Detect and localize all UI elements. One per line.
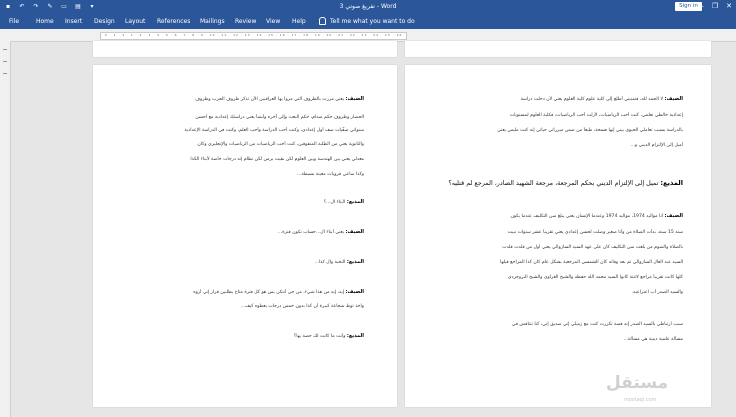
ruler-mark [3, 49, 7, 50]
document-page-left[interactable]: الضيف: يعني مررت بالظروف التي مروا بها ا… [93, 65, 397, 407]
tab-insert[interactable]: Insert [65, 18, 82, 25]
line-text: بالدراسة بسبب تعاملي الحيوي بيني إنها فس… [497, 128, 683, 133]
text-line: سنه 15 سنة، بدأت الصلاة من وأنا صغير وصل… [421, 229, 683, 235]
minimize-button[interactable]: — [697, 2, 704, 10]
line-text: بالصلاة والصوم من بلغت سن التكليف كان عل… [502, 245, 683, 250]
line-text: يعني أبناء ال...حساب تكون فترة... [277, 230, 346, 235]
lightbulb-icon [319, 17, 326, 25]
tab-home[interactable]: Home [36, 18, 54, 25]
text-line: سنواتي صفّيات صف أول إعدادي، وكنت أحب ال… [109, 127, 364, 133]
line-text: سبب ارتباطي بالسيد الصدر إنه قصة تكررت ك… [511, 322, 683, 327]
speaker-label: المذيع: [346, 199, 364, 205]
line-text: أميل إلى الإلتزام الديني و... [630, 143, 683, 148]
speaker-label: الضيف: [664, 213, 683, 219]
text-line: المذيع: تميل إلى الإلتزام الديني بحكم ال… [421, 179, 683, 187]
text-line: والثانوية يعني من الطلبة المتفوقين، كنت … [109, 141, 364, 147]
window-title: تفريغ صوتي 3 - Word [339, 3, 397, 10]
tell-me-label: Tell me what you want to do [330, 17, 415, 25]
line-text: لا الحمد لله، فتمنيتي أطلع إلى كلية علوم… [520, 97, 665, 102]
text-line: الحصار وظروف حكم صدام، حكم البعث وإلى آخ… [109, 114, 364, 120]
text-line: كلها كانت تقريباً مراجع لاثنتة كانوا الس… [421, 274, 683, 280]
text-line: الضيف: إيه، إيه من هذا شيء، من جي أنتكن … [109, 289, 364, 295]
text-line: سبب ارتباطي بالسيد الصدر إنه قصة تكررت ك… [421, 321, 683, 327]
tell-me-search[interactable]: Tell me what you want to do [319, 17, 415, 25]
tab-help[interactable]: Help [292, 18, 306, 25]
ruler-mark [3, 73, 7, 74]
line-text: وكذا ساعي فرويات معينة بسيطة... [297, 172, 364, 177]
text-line: والسيد الصدر أب اعتراعيه. [421, 289, 683, 295]
previous-page-right [405, 41, 711, 57]
speaker-label: الضيف: [664, 96, 683, 102]
tab-mailings[interactable]: Mailings [200, 18, 225, 25]
text-line: السيد عبد العال السازوالي ثم بعد وفاته ك… [421, 259, 683, 265]
speaker-label: الضيف: [345, 229, 364, 235]
text-line: بالصلاة والصوم من بلغت سن التكليف كان عل… [421, 244, 683, 250]
line-text: السيد عبد العال السازوالي ثم بعد وفاته ك… [500, 260, 683, 265]
line-text: كلها كانت تقريباً مراجع لاثنتة كانوا الس… [507, 275, 683, 280]
text-line: إعدادية خالطي تعلمي، كنت أحب الرياضيات، … [421, 112, 683, 118]
text-line: مسألة علمية دينية هي مسالة... [421, 336, 683, 342]
title-bar: ▪ ↶ ↷ ✎ ▭ ▤ ▾ تفريغ صوتي 3 - Word Sign i… [0, 0, 736, 15]
text-line: المذيع: النخبة وال كذا... [109, 259, 364, 265]
line-text: النخبة وال كذا... [314, 260, 347, 265]
ribbon-tabs: File Home Insert Design Layout Reference… [0, 15, 736, 29]
tab-references[interactable]: References [157, 18, 190, 25]
line-text: سنه 15 سنة، بدأت الصلاة من وأنا صغير وصل… [507, 230, 683, 235]
window-controls: — ❐ ✕ [697, 2, 732, 10]
text-line: الضيف: يعني مررت بالظروف التي مروا بها ا… [109, 96, 364, 102]
vertical-ruler[interactable] [0, 41, 11, 417]
text-line: الضيف: لا الحمد لله، فتمنيتي أطلع إلى كل… [421, 96, 683, 102]
line-text: إعدادية خالطي تعلمي، كنت أحب الرياضيات، … [509, 113, 683, 118]
text-line: واخذ توط شجاعة كبيرة أن كذا بدون خمس درج… [109, 303, 364, 309]
line-text: معدلي يعني بين الهندسة وبين العلوم لكن ب… [190, 157, 364, 162]
text-line: الضيف: يعني أبناء ال...حساب تكون فترة... [109, 229, 364, 235]
speaker-label: الضيف: [345, 289, 364, 295]
line-text: واخذ توط شجاعة كبيرة أن كذا بدون خمس درج… [240, 304, 364, 309]
tab-file[interactable]: File [9, 18, 19, 25]
tab-layout[interactable]: Layout [125, 18, 145, 25]
speaker-label: المذيع: [346, 259, 364, 265]
line-text: إيه، إيه من هذا شيء، من جي أنتكن بس هو ك… [193, 290, 346, 295]
mostaql-watermark: مستقل mostaql.com [600, 371, 680, 407]
tab-design[interactable]: Design [94, 18, 115, 25]
text-line: وكذا ساعي فرويات معينة بسيطة... [109, 171, 364, 177]
close-button[interactable]: ✕ [726, 2, 732, 10]
line-text: والسيد الصدر أب اعتراعيه. [631, 290, 683, 295]
line-text: وأنت ما كانت لك حصة بها؟ [293, 334, 347, 339]
tab-review[interactable]: Review [235, 18, 256, 25]
watermark-logo: مستقل [606, 373, 669, 393]
ruler-mark [3, 61, 7, 62]
speaker-label: المذيع: [346, 333, 364, 339]
text-line: أميل إلى الإلتزام الديني و... [421, 142, 683, 148]
line-text: الحصار وظروف حكم صدام، حكم البعث وإلى آخ… [195, 115, 364, 120]
line-text: لأبناء ال...؟ [323, 200, 347, 205]
previous-page-left [93, 41, 397, 57]
line-text: تميل إلى الإلتزام الديني بحكم المرجعة، م… [448, 179, 661, 187]
line-text: مسألة علمية دينية هي مسالة... [623, 337, 683, 342]
text-line: المذيع: وأنت ما كانت لك حصة بها؟ [109, 333, 364, 339]
horizontal-ruler[interactable]: · 2 · 1 · ▾ · 1 · 2 · 3 · 4 · 5 · 6 · 7 … [100, 32, 407, 40]
line-text: أنا مواليد 1974، مواليد 1974 وعندما الإن… [510, 214, 665, 219]
watermark-url: mostaql.com [624, 397, 657, 403]
line-text: سنواتي صفّيات صف أول إعدادي، وكنت أحب ال… [184, 128, 364, 133]
text-line: المذيع: لأبناء ال...؟ [109, 199, 364, 205]
tab-view[interactable]: View [266, 18, 280, 25]
text-line: بالدراسة بسبب تعاملي الحيوي بيني إنها فس… [421, 127, 683, 133]
line-text: والثانوية يعني من الطلبة المتفوقين، كنت … [197, 142, 364, 147]
document-page-right[interactable]: الضيف: لا الحمد لله، فتمنيتي أطلع إلى كل… [405, 65, 711, 407]
speaker-label: المذيع: [660, 179, 683, 187]
restore-button[interactable]: ❐ [712, 2, 718, 10]
text-line: الضيف: أنا مواليد 1974، مواليد 1974 وعند… [421, 213, 683, 219]
text-line: معدلي يعني بين الهندسة وبين العلوم لكن ب… [109, 156, 364, 162]
line-text: يعني مررت بالظروف التي مروا بها العراقيي… [195, 97, 346, 102]
speaker-label: الضيف: [345, 96, 364, 102]
